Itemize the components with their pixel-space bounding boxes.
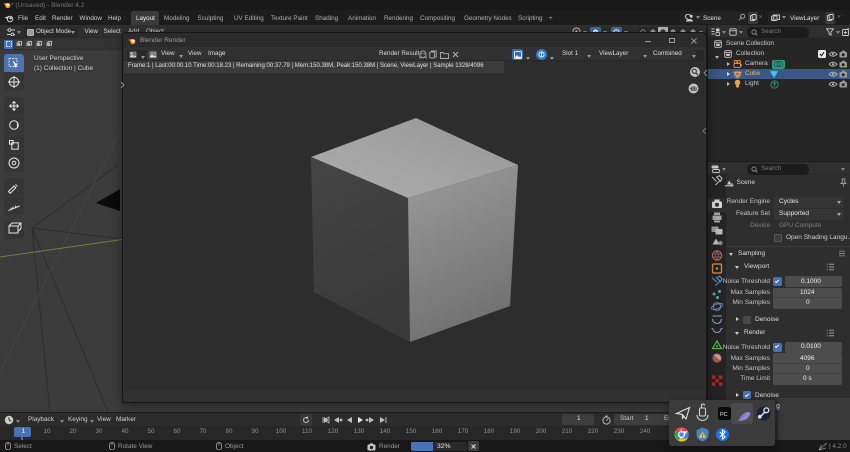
svg-text:PC: PC (720, 412, 728, 418)
